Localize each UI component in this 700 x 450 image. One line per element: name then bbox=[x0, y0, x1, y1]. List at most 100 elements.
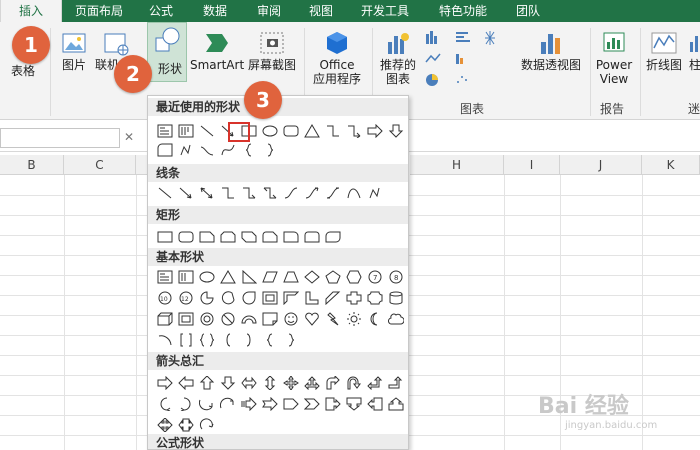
tab-view[interactable]: 视图 bbox=[298, 0, 344, 22]
snip-corner-rectangle-icon[interactable] bbox=[196, 228, 217, 246]
round-diagonal-rectangle-icon[interactable] bbox=[322, 228, 343, 246]
snip-rectangle-icon[interactable] bbox=[154, 141, 175, 159]
down-arrow-callout-icon[interactable] bbox=[343, 395, 364, 413]
striped-right-arrow-icon[interactable] bbox=[238, 395, 259, 413]
notched-right-arrow-icon[interactable] bbox=[259, 395, 280, 413]
arc-icon[interactable] bbox=[154, 331, 175, 349]
chord-icon[interactable] bbox=[217, 289, 238, 307]
chevron-icon[interactable] bbox=[301, 395, 322, 413]
lightning-bolt-icon[interactable] bbox=[322, 310, 343, 328]
table-button[interactable]: 表格 bbox=[6, 64, 40, 78]
cloud-icon[interactable] bbox=[385, 310, 406, 328]
up-arrow-icon[interactable] bbox=[196, 374, 217, 392]
down-arrow-icon[interactable] bbox=[217, 374, 238, 392]
left-right-arrow-icon[interactable] bbox=[238, 374, 259, 392]
tab-review[interactable]: 审阅 bbox=[246, 0, 292, 22]
line-icon[interactable] bbox=[196, 122, 217, 140]
text-box-icon[interactable] bbox=[154, 268, 175, 286]
octagon-icon[interactable]: 8 bbox=[385, 268, 406, 286]
curved-down-arrow-icon[interactable] bbox=[217, 395, 238, 413]
recommended-charts-button[interactable]: 推荐的 图表 bbox=[376, 30, 420, 86]
donut-icon[interactable] bbox=[196, 310, 217, 328]
heart-icon[interactable] bbox=[301, 310, 322, 328]
dodecagon-icon[interactable]: 12 bbox=[175, 289, 196, 307]
curved-arrow-icon[interactable] bbox=[301, 184, 322, 202]
round-same-side-rectangle-icon[interactable] bbox=[301, 228, 322, 246]
column-header-c[interactable]: C bbox=[64, 155, 136, 175]
bent-arrow-icon[interactable] bbox=[322, 374, 343, 392]
double-bracket-icon[interactable] bbox=[175, 331, 196, 349]
right-arrow-icon[interactable] bbox=[364, 122, 385, 140]
office-apps-button[interactable]: Office 应用程序 bbox=[306, 30, 368, 86]
cancel-entry-icon[interactable]: ✕ bbox=[124, 130, 140, 144]
curved-right-arrow-icon[interactable] bbox=[154, 395, 175, 413]
text-box-icon[interactable] bbox=[154, 122, 175, 140]
oval-icon[interactable] bbox=[259, 122, 280, 140]
no-symbol-icon[interactable] bbox=[217, 310, 238, 328]
quad-arrow-icon[interactable] bbox=[280, 374, 301, 392]
decagon-icon[interactable]: 10 bbox=[154, 289, 175, 307]
heptagon-icon[interactable]: 7 bbox=[364, 268, 385, 286]
elbow-double-arrow-icon[interactable] bbox=[259, 184, 280, 202]
elbow-arrow-icon[interactable] bbox=[238, 184, 259, 202]
up-down-arrow-icon[interactable] bbox=[259, 374, 280, 392]
curved-double-arrow-icon[interactable] bbox=[322, 184, 343, 202]
pentagon-icon[interactable] bbox=[322, 268, 343, 286]
teardrop-icon[interactable] bbox=[238, 289, 259, 307]
smartart-button[interactable]: SmartArt bbox=[190, 30, 244, 72]
u-turn-arrow-icon[interactable] bbox=[343, 374, 364, 392]
freeform-icon[interactable] bbox=[364, 184, 385, 202]
diamond-icon[interactable] bbox=[301, 268, 322, 286]
block-arc-icon[interactable] bbox=[238, 310, 259, 328]
curve-icon[interactable] bbox=[343, 184, 364, 202]
sparkline-column-button[interactable]: 柱 bbox=[688, 30, 700, 72]
rectangle-icon[interactable] bbox=[154, 228, 175, 246]
left-right-arrow-callout-icon[interactable] bbox=[175, 416, 196, 434]
snip-diagonal-rectangle-icon[interactable] bbox=[238, 228, 259, 246]
column-header-i[interactable]: I bbox=[504, 155, 560, 175]
tab-features[interactable]: 特色功能 bbox=[428, 0, 498, 22]
circular-arrow-icon[interactable] bbox=[196, 416, 217, 434]
right-brace-icon[interactable] bbox=[259, 141, 280, 159]
left-bracket-icon[interactable] bbox=[217, 331, 238, 349]
rounded-rectangle-icon[interactable] bbox=[280, 122, 301, 140]
diagonal-stripe-icon[interactable] bbox=[322, 289, 343, 307]
column-header-k[interactable]: K bbox=[642, 155, 700, 175]
bevel-icon[interactable] bbox=[175, 310, 196, 328]
tab-team[interactable]: 团队 bbox=[506, 0, 550, 22]
pivot-chart-button[interactable]: 数据透视图 bbox=[514, 30, 588, 72]
tab-developer[interactable]: 开发工具 bbox=[352, 0, 418, 22]
left-arrow-callout-icon[interactable] bbox=[364, 395, 385, 413]
double-arrow-line-icon[interactable] bbox=[196, 184, 217, 202]
trapezoid-icon[interactable] bbox=[280, 268, 301, 286]
smiley-face-icon[interactable] bbox=[280, 310, 301, 328]
screenshot-button[interactable]: 屏幕截图 bbox=[244, 30, 300, 72]
right-bracket-icon[interactable] bbox=[238, 331, 259, 349]
tab-page-layout[interactable]: 页面布局 bbox=[66, 0, 132, 22]
left-right-up-arrow-icon[interactable] bbox=[301, 374, 322, 392]
triangle-icon[interactable] bbox=[217, 268, 238, 286]
elbow-arrow-icon[interactable] bbox=[343, 122, 364, 140]
can-icon[interactable] bbox=[385, 289, 406, 307]
power-view-button[interactable]: Power View bbox=[592, 30, 636, 86]
left-up-arrow-icon[interactable] bbox=[364, 374, 385, 392]
sparkline-line-button[interactable]: 折线图 bbox=[642, 30, 686, 72]
elbow-connector-icon[interactable] bbox=[322, 122, 343, 140]
curved-up-arrow-icon[interactable] bbox=[196, 395, 217, 413]
vertical-text-box-icon[interactable] bbox=[175, 268, 196, 286]
tab-data[interactable]: 数据 bbox=[192, 0, 238, 22]
picture-button[interactable]: 图片 bbox=[56, 30, 92, 72]
frame-icon[interactable] bbox=[259, 289, 280, 307]
column-header-b[interactable]: B bbox=[0, 155, 64, 175]
up-arrow-callout-icon[interactable] bbox=[385, 395, 406, 413]
l-shape-icon[interactable] bbox=[301, 289, 322, 307]
down-arrow-icon[interactable] bbox=[385, 122, 406, 140]
left-brace-icon[interactable] bbox=[259, 331, 280, 349]
cube-icon[interactable] bbox=[154, 310, 175, 328]
curved-connector-icon[interactable] bbox=[280, 184, 301, 202]
right-triangle-icon[interactable] bbox=[238, 268, 259, 286]
rounded-rectangle-icon[interactable] bbox=[175, 228, 196, 246]
quad-arrow-callout-icon[interactable] bbox=[154, 416, 175, 434]
s-curve-icon[interactable] bbox=[217, 141, 238, 159]
right-arrow-icon[interactable] bbox=[154, 374, 175, 392]
